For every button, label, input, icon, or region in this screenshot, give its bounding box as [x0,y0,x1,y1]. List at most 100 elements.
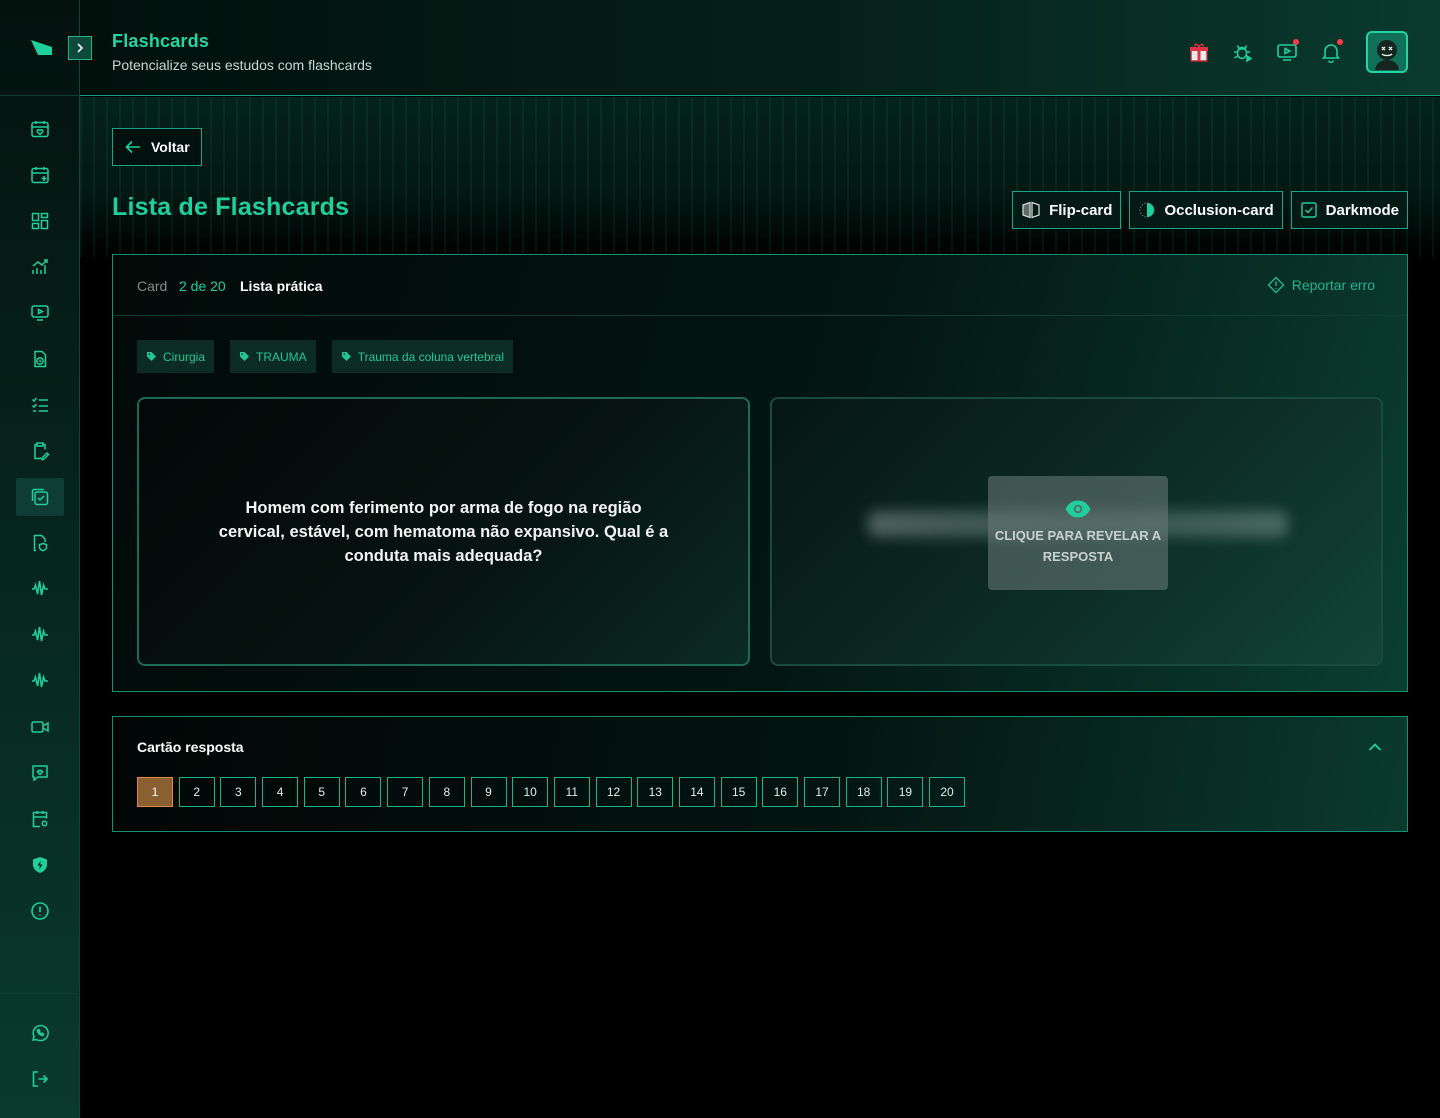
sidebar-item-whatsapp[interactable] [16,1014,64,1052]
shield-bolt-icon [33,857,47,873]
notification-dot [1337,39,1343,45]
card-number-button[interactable]: 9 [470,777,507,807]
card-number-button[interactable]: 2 [178,777,215,807]
report-error-label: Reportar erro [1291,277,1375,293]
tag-chip[interactable]: Trauma da coluna vertebral [331,340,513,373]
bug-icon [1234,45,1253,63]
collapse-button[interactable] [1367,739,1383,760]
sidebar-item-dashboard[interactable] [16,202,64,240]
calendar-plus-icon [31,167,49,184]
sidebar-item-documents[interactable] [16,524,64,562]
card-number-button[interactable]: 19 [887,777,924,807]
chart-up-icon [32,259,48,274]
tag-label: TRAUMA [256,349,307,364]
live-class-button[interactable] [1274,39,1300,65]
mode-toggles: Flip-card Occlusion-card Darkmode [1004,191,1408,229]
tag-chip[interactable]: TRAUMA [230,340,316,373]
logo-icon [31,40,52,55]
question-text: Homem com ferimento por arma de fogo na … [218,498,669,565]
tag-icon [240,352,250,361]
alert-circle-icon [31,902,49,920]
chevron-up-icon [1368,743,1382,751]
card-number-button[interactable]: 11 [553,777,590,807]
waveform-icon [32,580,48,596]
clipboard-edit-icon [34,442,50,461]
card-number-button[interactable]: 13 [637,777,674,807]
matrix-background [80,97,1440,257]
sidebar-item-exams[interactable] [16,432,64,470]
sidebar-item-videos[interactable] [16,294,64,332]
document-clock-icon [34,350,47,368]
tag-icon [147,352,156,361]
card-number-button[interactable]: 8 [428,777,465,807]
answer-card[interactable]: Clique para revelar a resposta [770,397,1383,666]
card-number-button[interactable]: 6 [345,777,382,807]
waveform-icon [32,626,48,642]
card-number-button[interactable]: 1 [137,777,173,807]
answer-sheet-panel: Cartão resposta 1 2 3 4 5 6 7 8 9 10 11 12 13 14 15 16 1… [112,716,1408,832]
sidebar [0,0,92,1118]
occlusion-card-label: Occlusion-card [1164,201,1274,219]
whatsapp-icon [31,1024,49,1042]
card-number-button[interactable]: 16 [762,777,799,807]
flip-card-label: Flip-card [1049,201,1113,219]
card-number-button[interactable]: 4 [262,777,299,807]
tag-list: Cirurgia TRAUMA Trauma da coluna vertebr… [137,340,529,373]
page-title: Lista de Flashcards [112,193,350,221]
sidebar-nav [0,110,80,938]
sidebar-toggle-button[interactable] [68,36,92,60]
card-number-button[interactable]: 17 [804,777,840,807]
card-number-button[interactable]: 15 [720,777,757,807]
eye-icon [1065,500,1091,518]
page-header-subtitle: Potencialize seus estudos com flashcards [112,57,372,73]
flip-card-icon [1022,201,1040,219]
sidebar-item-audio-3[interactable] [16,662,64,700]
card-number-button[interactable]: 12 [595,777,632,807]
question-card[interactable]: Homem com ferimento por arma de fogo na … [137,397,750,666]
sidebar-item-camera[interactable] [16,708,64,746]
notifications-button[interactable] [1318,39,1344,65]
sidebar-item-calendar-plus[interactable] [16,156,64,194]
sidebar-item-calendar-heart[interactable] [16,110,64,148]
sidebar-item-stats[interactable] [16,248,64,286]
tag-icon [341,352,351,361]
sidebar-item-support[interactable] [16,754,64,792]
bug-report-button[interactable] [1230,39,1256,65]
avatar-icon [1369,34,1405,70]
sidebar-item-calendar-settings[interactable] [16,800,64,838]
tag-chip[interactable]: Cirurgia [137,340,215,373]
reveal-answer-button[interactable]: Clique para revelar a resposta [988,476,1168,590]
tag-label: Cirurgia [163,349,206,364]
report-error-button[interactable]: Reportar erro [1267,276,1375,294]
sidebar-item-audio-1[interactable] [16,570,64,608]
calendar-heart-icon [31,121,49,138]
sidebar-item-checklist[interactable] [16,386,64,424]
card-number-button[interactable]: 18 [845,777,882,807]
app-header: Flashcards Potencialize seus estudos com… [80,0,1440,96]
sidebar-item-logout[interactable] [16,1060,64,1098]
sidebar-item-security[interactable] [16,846,64,884]
sidebar-item-schedule[interactable] [16,340,64,378]
user-avatar[interactable] [1366,31,1408,73]
reveal-answer-label: Clique para revelar a resposta [994,528,1162,564]
card-number-button[interactable]: 20 [929,777,966,807]
camera-icon [31,721,49,733]
gift-button[interactable] [1186,39,1212,65]
flip-card-button[interactable]: Flip-card [1012,191,1122,229]
darkmode-label: Darkmode [1325,201,1399,219]
card-number-button[interactable]: 5 [303,777,340,807]
sidebar-item-alerts[interactable] [16,892,64,930]
card-number-button[interactable]: 3 [220,777,257,807]
back-button[interactable]: Voltar [112,128,202,166]
sidebar-item-flashcards[interactable] [16,478,64,516]
sidebar-item-audio-2[interactable] [16,616,64,654]
darkmode-toggle[interactable]: Darkmode [1290,191,1408,229]
card-number-button[interactable]: 10 [512,777,549,807]
dashboard-grid-icon [31,212,49,230]
occlusion-card-button[interactable]: Occlusion-card [1129,191,1283,229]
card-number-button[interactable]: 7 [387,777,424,807]
gift-icon [1190,43,1208,62]
page-header-title: Flashcards [112,31,210,51]
card-number-button[interactable]: 14 [678,777,715,807]
chevron-right-icon [77,43,84,53]
